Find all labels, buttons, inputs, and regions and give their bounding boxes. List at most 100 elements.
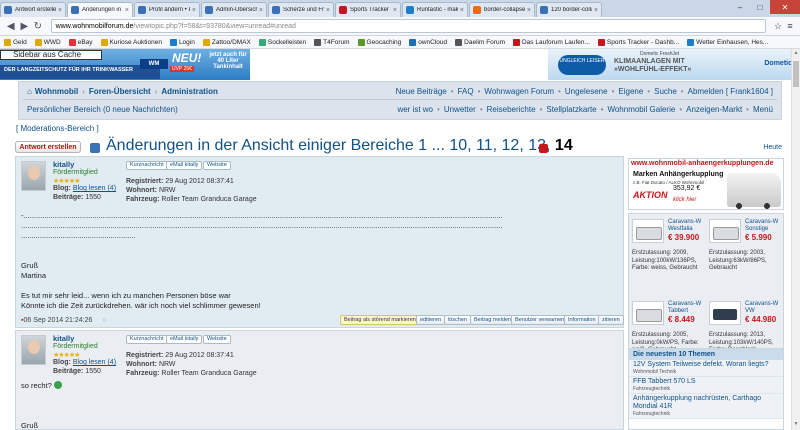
browser-tab[interactable]: Admin-Übersicht × bbox=[201, 2, 267, 17]
moderation-link[interactable]: [ Moderations-Bereich ] bbox=[16, 124, 99, 133]
avatar[interactable] bbox=[21, 161, 46, 191]
nav-personal-area[interactable]: Persönlicher Bereich (0 neue Nachrichten… bbox=[27, 105, 178, 114]
delete-button[interactable]: löschen bbox=[444, 315, 471, 325]
newest-topic-item[interactable]: 12V System Teilweise defekt. Woran liegt… bbox=[629, 360, 783, 377]
bookmark-item[interactable]: ownCloud bbox=[409, 38, 447, 46]
tab-close-icon[interactable]: × bbox=[393, 7, 397, 14]
nav-link[interactable]: Wohnmobil Galerie bbox=[607, 105, 675, 114]
nav-link[interactable]: Suche bbox=[654, 87, 677, 96]
bookmark-item[interactable]: Sockelleisten bbox=[258, 38, 306, 46]
scroll-down-icon[interactable]: ▼ bbox=[792, 421, 800, 429]
newest-topic-title[interactable]: Anhängerkupplung nachrüsten, Carthago Mo… bbox=[633, 395, 779, 411]
classified-ad[interactable]: Caravans-W Sonstige € 5.990 Erstzulassung:… bbox=[707, 216, 783, 300]
newest-topic-item[interactable]: FFB Tabbert 570 LS Fahrzeugtechnik bbox=[629, 377, 783, 394]
nav-link[interactable]: Menü bbox=[753, 105, 773, 114]
tab-close-icon[interactable]: × bbox=[527, 7, 531, 14]
sidebar-ad[interactable]: www.wohnmobil-anhaengerkupplungen.de Mar… bbox=[628, 158, 784, 210]
nav-link[interactable]: Abmelden [ Frank1604 ] bbox=[688, 87, 773, 96]
pm-button[interactable]: Kurznachricht bbox=[126, 161, 168, 170]
tab-close-icon[interactable]: × bbox=[125, 7, 129, 14]
bookmark-item[interactable]: Login bbox=[169, 38, 195, 46]
avatar[interactable] bbox=[21, 335, 46, 365]
newest-topic-title[interactable]: FFB Tabbert 570 LS bbox=[633, 378, 779, 386]
bookmark-star-icon[interactable]: ☆ bbox=[772, 20, 784, 32]
bookmark-item[interactable]: Wetter Einhausen, Hes... bbox=[687, 38, 768, 46]
url-input[interactable]: www.wohnmobilforum.de/viewtopic.php?f=58… bbox=[50, 19, 767, 33]
nav-link[interactable]: Anzeigen-Markt bbox=[686, 105, 742, 114]
info-button[interactable]: Information bbox=[564, 315, 600, 325]
vehicle-thumbnail[interactable] bbox=[632, 219, 664, 243]
tab-close-icon[interactable]: × bbox=[594, 7, 598, 14]
browser-tab[interactable]: Scherze und Frotzele...× bbox=[268, 2, 334, 17]
bookmark-item[interactable]: WWD bbox=[34, 38, 61, 46]
maximize-icon[interactable]: □ bbox=[750, 0, 770, 14]
blog-link[interactable]: Blog lesen (4) bbox=[73, 359, 116, 366]
nav-link[interactable]: Eigene bbox=[618, 87, 643, 96]
browser-tab[interactable]: Sports Tracker - My ...× bbox=[335, 2, 401, 17]
nav-link[interactable]: Wohnwagen Forum bbox=[484, 87, 554, 96]
bookmark-item[interactable]: Daelim Forum bbox=[455, 38, 505, 46]
bookmark-item[interactable]: Sports Tracker - Dashb... bbox=[597, 38, 679, 46]
minimize-icon[interactable]: – bbox=[730, 0, 750, 14]
browser-tab[interactable]: Antwort erstellen - ...× bbox=[0, 2, 66, 17]
topic-title-text[interactable]: Änderungen in der Ansicht einiger Bereic… bbox=[106, 137, 414, 154]
scrollbar-thumb[interactable] bbox=[793, 61, 799, 87]
classified-name[interactable]: Caravans-W Westfalia bbox=[668, 219, 706, 233]
website-button[interactable]: Website bbox=[203, 335, 231, 344]
nav-link[interactable]: Unwetter bbox=[444, 105, 476, 114]
pm-button[interactable]: Kurznachricht bbox=[126, 335, 168, 344]
bookmark-item[interactable]: Zattoo/DMAX bbox=[202, 38, 251, 46]
tab-close-icon[interactable]: × bbox=[326, 7, 330, 14]
nav-link[interactable]: Stellplatzkarte bbox=[546, 105, 596, 114]
classified-ad[interactable]: Caravans-W Westfalia € 39.900 Erstzulassun… bbox=[630, 216, 706, 300]
browser-tab[interactable]: Profil ändern • Persö...× bbox=[134, 2, 200, 17]
email-button[interactable]: eMail kitally bbox=[166, 335, 203, 344]
blog-link[interactable]: Blog lesen (4) bbox=[73, 185, 116, 192]
reply-button[interactable]: Antwort erstellen bbox=[15, 141, 81, 153]
tab-close-icon[interactable]: × bbox=[58, 7, 62, 14]
nav-link[interactable]: wer ist wo bbox=[397, 105, 433, 114]
menu-icon[interactable]: ≡ bbox=[784, 20, 796, 32]
mark-disturbing-button[interactable]: Beitrag als störend markieren bbox=[340, 315, 420, 325]
vehicle-thumbnail[interactable] bbox=[709, 219, 741, 243]
vehicle-thumbnail[interactable] bbox=[709, 301, 741, 325]
pagination-links[interactable]: 1 ... 10, 11, 12, 13, bbox=[418, 137, 550, 154]
bookmark-item[interactable]: eBay bbox=[68, 38, 93, 46]
browser-tab[interactable]: Runtastic - makes s...× bbox=[402, 2, 468, 17]
reload-icon[interactable]: ↻ bbox=[31, 19, 45, 33]
scroll-up-icon[interactable]: ▲ bbox=[792, 50, 800, 58]
bookmark-item[interactable]: Das Lauforum Laufen... bbox=[512, 38, 590, 46]
newest-topic-title[interactable]: 12V System Teilweise defekt. Woran liegt… bbox=[633, 361, 779, 369]
tab-close-icon[interactable]: × bbox=[259, 7, 263, 14]
classified-name[interactable]: Caravans-W VW bbox=[745, 301, 783, 315]
warn-user-button[interactable]: Benutzer verwarnen bbox=[511, 315, 569, 325]
nav-breadcrumb-wohnmobil[interactable]: Wohnmobil bbox=[35, 87, 78, 96]
website-button[interactable]: Website bbox=[203, 161, 231, 170]
nav-link[interactable]: FAQ bbox=[458, 87, 474, 96]
print-icon[interactable] bbox=[539, 144, 548, 153]
vehicle-thumbnail[interactable] bbox=[632, 301, 664, 325]
forward-icon[interactable]: ▶ bbox=[18, 19, 32, 33]
nav-link[interactable]: Reiseberichte bbox=[487, 105, 536, 114]
classified-name[interactable]: Caravans-W Tabbert bbox=[668, 301, 706, 315]
nav-breadcrumb-foren[interactable]: Foren-Übersicht bbox=[89, 87, 151, 96]
newest-topic-item[interactable]: Anhängerkupplung nachrüsten, Carthago Mo… bbox=[629, 394, 783, 419]
bookmark-item[interactable]: Kuriose Auktionen bbox=[100, 38, 162, 46]
nav-link[interactable]: Neue Beiträge bbox=[396, 87, 447, 96]
bookmark-item[interactable]: T4Forum bbox=[314, 38, 350, 46]
classified-name[interactable]: Caravans-W Sonstige bbox=[745, 219, 783, 233]
back-icon[interactable]: ◀ bbox=[4, 19, 18, 33]
browser-tab[interactable]: Änderungen in der ...× bbox=[67, 2, 133, 17]
browser-tab[interactable]: 120 border-collapse...× bbox=[536, 2, 602, 17]
edit-button[interactable]: editieren bbox=[416, 315, 446, 325]
report-button[interactable]: Beitrag melden bbox=[470, 315, 515, 325]
nav-breadcrumb-admin[interactable]: Administration bbox=[161, 87, 217, 96]
today-link[interactable]: Heute bbox=[763, 144, 782, 151]
post-username[interactable]: kitally bbox=[53, 160, 74, 169]
close-window-icon[interactable]: ✕ bbox=[770, 0, 800, 14]
page-scrollbar[interactable]: ▲ ▼ bbox=[791, 49, 800, 430]
quote-button[interactable]: zitieren bbox=[598, 315, 624, 325]
bookmark-item[interactable]: Geld bbox=[4, 38, 27, 46]
nav-link[interactable]: Ungelesene bbox=[565, 87, 608, 96]
tab-close-icon[interactable]: × bbox=[192, 7, 196, 14]
